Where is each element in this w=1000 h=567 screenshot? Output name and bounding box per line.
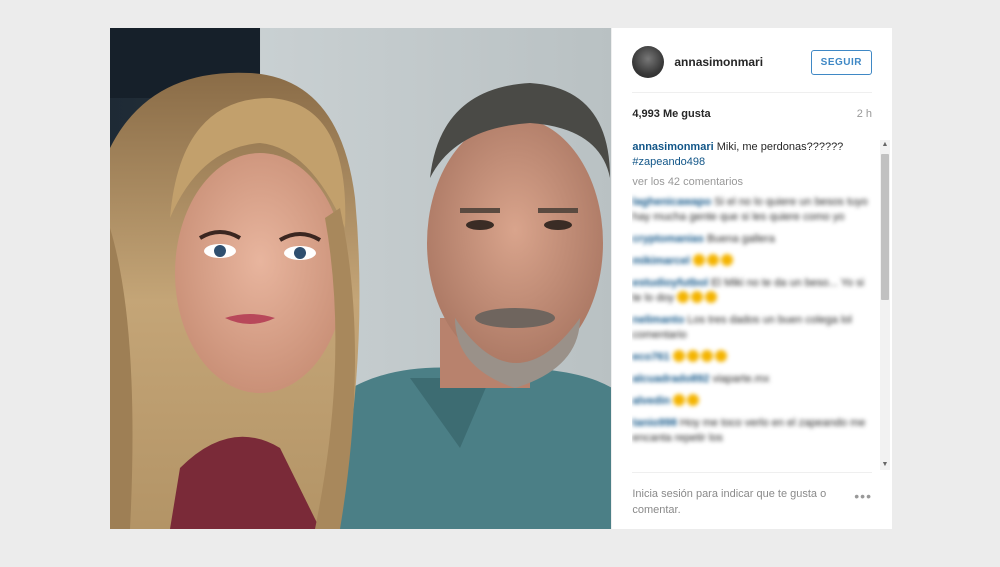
emoji-icon xyxy=(714,350,727,362)
comment-username[interactable]: estudioyfutbol xyxy=(632,277,708,289)
comment-username[interactable]: nelimanto xyxy=(632,314,684,326)
post-header: annasimonmari SEGUIR xyxy=(632,42,872,82)
footer-divider xyxy=(632,472,872,473)
comments-list[interactable]: annasimonmari Miki, me perdonas?????? #z… xyxy=(632,140,878,470)
comment-username[interactable]: cryptomanias xyxy=(632,233,704,245)
comment-username[interactable]: tanio998 xyxy=(632,417,677,429)
post-time[interactable]: 2 h xyxy=(857,108,872,120)
comment-text: Buena gallera xyxy=(703,233,775,245)
post-sidebar: annasimonmari SEGUIR 4,993 Me gusta 2 h … xyxy=(611,28,892,529)
caption-text: Miki, me perdonas?????? xyxy=(713,141,844,153)
instagram-embed: annasimonmari SEGUIR 4,993 Me gusta 2 h … xyxy=(110,28,892,529)
list-item: mikimarcel xyxy=(632,254,872,269)
list-item: alcuadrado892 viaparte.mx xyxy=(632,372,872,387)
scroll-thumb[interactable] xyxy=(881,154,889,300)
comment-username[interactable]: mikimarcel xyxy=(632,255,689,267)
emoji-icon xyxy=(687,394,700,406)
scroll-down-icon[interactable]: ▼ xyxy=(880,460,890,470)
list-item: laghenicawapo Si el no lo quiere un beso… xyxy=(632,195,872,225)
login-prompt[interactable]: Inicia sesión para indicar que te gusta … xyxy=(632,486,852,518)
list-item: cryptomanias Buena gallera xyxy=(632,232,872,247)
list-item: eco761 xyxy=(632,350,872,365)
avatar[interactable] xyxy=(632,46,665,78)
emoji-icon xyxy=(672,350,685,362)
emoji-icon xyxy=(692,254,705,266)
caption-hashtag[interactable]: #zapeando498 xyxy=(632,156,705,168)
likes-row: 4,993 Me gusta 2 h xyxy=(632,108,872,120)
comment-text: viaparte.mx xyxy=(709,373,770,385)
post-footer: Inicia sesión para indicar que te gusta … xyxy=(632,486,872,518)
comments-scrollbar[interactable]: ▲ ▼ xyxy=(880,140,890,470)
emoji-icon xyxy=(691,291,704,303)
emoji-icon xyxy=(677,291,690,303)
comment-username[interactable]: eco761 xyxy=(632,351,669,363)
comment-username[interactable]: laghenicawapo xyxy=(632,196,711,208)
list-item: estudioyfutbol El Miki no te da un beso.… xyxy=(632,276,872,306)
scroll-up-icon[interactable]: ▲ xyxy=(880,140,890,150)
selfie-image xyxy=(110,28,612,529)
likes-count[interactable]: 4,993 Me gusta xyxy=(632,108,710,120)
list-item: tanio998 Hoy me toco verlo en el zapeand… xyxy=(632,416,872,446)
comment-username[interactable]: alcuadrado892 xyxy=(632,373,709,385)
emoji-icon xyxy=(705,291,718,303)
list-item: nelimanto Los tres dados un buen colega … xyxy=(632,313,872,343)
caption-username[interactable]: annasimonmari xyxy=(632,141,713,153)
emoji-icon xyxy=(686,350,699,362)
list-item: alvedin xyxy=(632,394,872,409)
post-username[interactable]: annasimonmari xyxy=(674,55,810,69)
view-all-comments-link[interactable]: ver los 42 comentarios xyxy=(632,176,878,188)
emoji-icon xyxy=(700,350,713,362)
post-caption: annasimonmari Miki, me perdonas?????? #z… xyxy=(632,140,872,170)
emoji-icon xyxy=(706,254,719,266)
follow-button[interactable]: SEGUIR xyxy=(810,49,872,75)
more-options-icon[interactable]: ••• xyxy=(854,488,872,504)
comment-username[interactable]: alvedin xyxy=(632,395,670,407)
header-divider xyxy=(632,92,872,93)
emoji-icon xyxy=(720,254,733,266)
emoji-icon xyxy=(673,394,686,406)
post-photo[interactable] xyxy=(110,28,612,529)
